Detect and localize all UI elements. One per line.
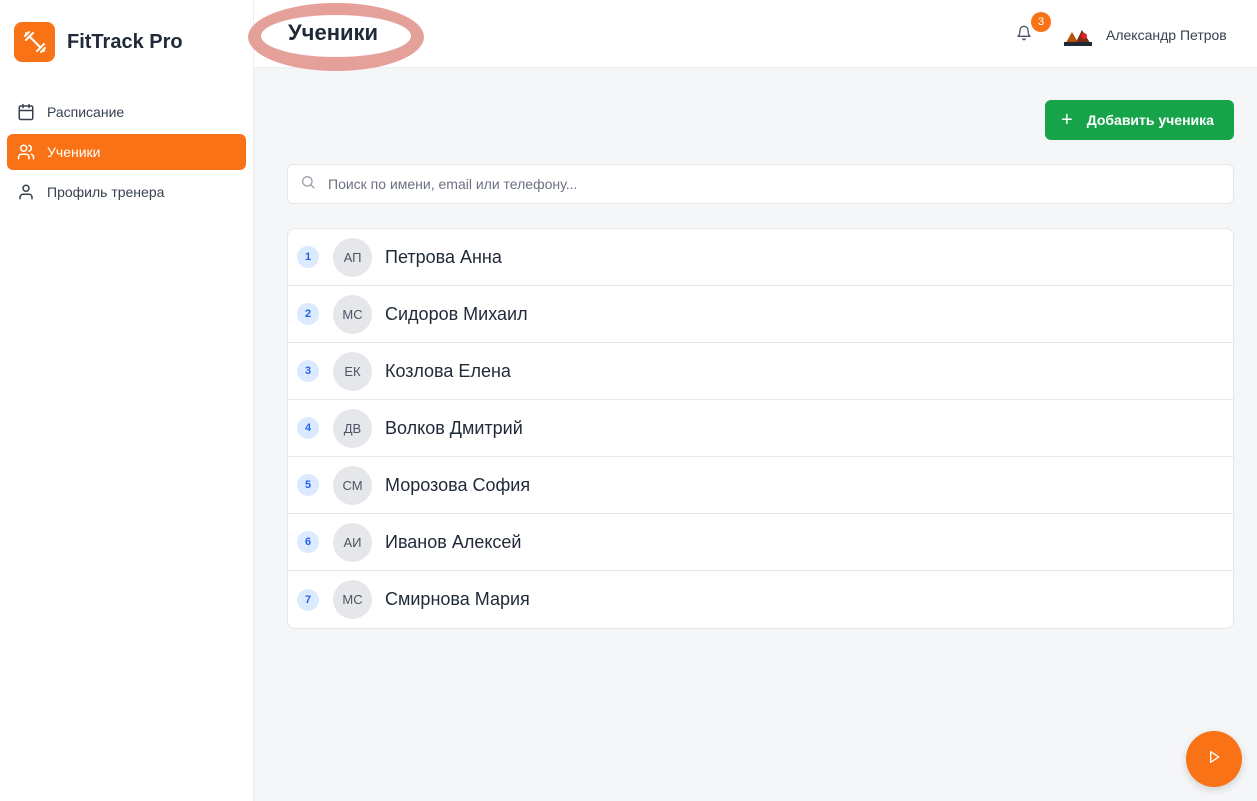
student-name: Сидоров Михаил xyxy=(385,303,528,324)
avatar: ДВ xyxy=(333,408,372,448)
add-student-button[interactable]: + Добавить ученика xyxy=(1045,100,1234,140)
list-item[interactable]: 6 АИ Иванов Алексей xyxy=(288,514,1233,571)
app-name: FitTrack Pro xyxy=(67,30,183,53)
avatar: СМ xyxy=(333,465,372,505)
sidebar-item-trainer-profile[interactable]: Профиль тренера xyxy=(7,174,246,210)
avatar: ЕК xyxy=(333,351,372,391)
sidebar-item-label: Профиль тренера xyxy=(47,184,165,200)
avatar: АП xyxy=(333,237,372,277)
student-name: Смирнова Мария xyxy=(385,589,530,609)
student-name: Иванов Алексей xyxy=(385,531,522,552)
sidebar-item-label: Расписание xyxy=(47,104,125,120)
play-button[interactable] xyxy=(1186,731,1242,787)
student-name: Волков Дмитрий xyxy=(385,417,523,438)
avatar: МС xyxy=(333,580,372,619)
search-input[interactable] xyxy=(328,176,1208,192)
student-index: 2 xyxy=(297,303,319,325)
list-item[interactable]: 4 ДВ Волков Дмитрий xyxy=(288,400,1233,457)
sidebar-item-students[interactable]: Ученики xyxy=(7,134,246,170)
student-index: 5 xyxy=(297,474,319,496)
app-logo[interactable]: FitTrack Pro xyxy=(14,22,183,62)
student-name: Петрова Анна xyxy=(385,246,502,267)
list-item[interactable]: 5 СМ Морозова София xyxy=(288,457,1233,514)
student-index: 7 xyxy=(297,588,319,611)
notification-badge: 3 xyxy=(1031,12,1051,32)
list-item[interactable]: 7 МС Смирнова Мария xyxy=(288,571,1233,628)
list-item[interactable]: 1 АП Петрова Анна xyxy=(288,229,1233,286)
avatar: МС xyxy=(333,294,372,334)
student-index: 1 xyxy=(297,246,319,268)
sidebar-item-label: Ученики xyxy=(47,144,101,160)
avatar: АИ xyxy=(333,522,372,562)
add-student-label: Добавить ученика xyxy=(1086,112,1214,128)
avatar[interactable] xyxy=(1062,22,1094,50)
page-title: Ученики xyxy=(288,20,379,45)
list-item[interactable]: 2 МС Сидоров Михаил xyxy=(288,286,1233,343)
sidebar: FitTrack Pro Расписание Ученики Профиль … xyxy=(0,0,254,801)
plus-icon: + xyxy=(1061,109,1073,131)
user-name[interactable]: Александр Петров xyxy=(1106,27,1227,43)
users-icon xyxy=(16,142,36,162)
student-name: Морозова София xyxy=(385,474,531,495)
search-icon xyxy=(300,174,316,195)
top-header: Ученики 3 Александр Петров xyxy=(248,0,1257,71)
user-icon xyxy=(16,182,36,202)
sidebar-item-schedule[interactable]: Расписание xyxy=(7,94,246,130)
student-index: 4 xyxy=(297,417,319,439)
students-list: 1 АП Петрова Анна 2 МС Сидоров Михаил 3 … xyxy=(287,228,1234,629)
student-index: 3 xyxy=(297,360,319,382)
play-icon xyxy=(1206,749,1222,770)
sidebar-nav: Расписание Ученики Профиль тренера xyxy=(7,94,246,214)
list-item[interactable]: 3 ЕК Козлова Елена xyxy=(288,343,1233,400)
dumbbell-icon xyxy=(14,22,55,62)
student-name: Козлова Елена xyxy=(385,360,511,381)
search-bar xyxy=(287,164,1234,204)
calendar-icon xyxy=(16,102,36,122)
student-index: 6 xyxy=(297,531,319,553)
